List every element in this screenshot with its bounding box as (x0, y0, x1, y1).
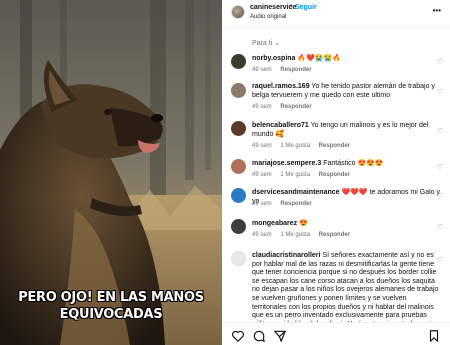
sort-label: Para ti (252, 40, 273, 47)
comment-text: 😍 (299, 220, 308, 227)
like-comment-icon[interactable]: ♡ (437, 163, 443, 171)
commenter-avatar[interactable] (231, 159, 246, 174)
like-comment-icon[interactable]: ♡ (437, 127, 443, 135)
comment-time: 49 sem (252, 232, 272, 238)
like-comment-icon[interactable]: ♡ (437, 58, 443, 66)
reply-button[interactable]: Responder (280, 104, 311, 110)
caption-line-2: EQUIVOCADAS (59, 307, 163, 322)
comment-sort-dropdown[interactable]: Para ti ⌄ (252, 39, 280, 47)
comment-meta: 49 sem Responder (252, 104, 319, 110)
like-comment-icon[interactable]: ♡ (437, 223, 443, 231)
video-caption: PERO OJO! EN LAS MANOS EQUIVOCADAS (0, 289, 222, 323)
comment-body: raquel.ramos.169 Yo he tenido pastor ale… (252, 83, 440, 100)
commenter-username[interactable]: dservicesandmaintenance (252, 189, 340, 196)
comment-body: mariajose.sempere.3 Fantástico 😍😍😍 (252, 160, 440, 169)
comment-meta: 49 sem 1 Me gusta Responder (252, 232, 357, 238)
reply-button[interactable]: Responder (280, 201, 311, 207)
comment-meta: 49 sem 1 Me gusta Responder (252, 143, 357, 149)
commenter-username[interactable]: mongeabarez (252, 220, 297, 227)
comment-item: claudiacristinarolleri Sí señores exacta… (222, 248, 450, 322)
follow-button[interactable]: Seguir (295, 4, 317, 11)
commenter-avatar[interactable] (231, 83, 246, 98)
like-comment-icon[interactable]: ♡ (437, 88, 443, 96)
comment-text: 🔥❤️😭😭🔥 (297, 55, 341, 62)
bookmark-icon[interactable] (427, 329, 441, 343)
action-bar (222, 322, 450, 345)
reply-button[interactable]: Responder (319, 232, 350, 238)
author-avatar[interactable] (231, 5, 245, 19)
comment-time: 49 sem (252, 172, 272, 178)
commenter-avatar[interactable] (231, 188, 246, 203)
heart-icon[interactable] (231, 329, 245, 343)
comment-body: mongeabarez 😍 (252, 220, 440, 229)
comment-time: 49 sem (252, 67, 272, 73)
send-icon[interactable] (273, 329, 287, 343)
commenter-avatar[interactable] (231, 251, 246, 266)
comment-likes[interactable]: 1 Me gusta (280, 143, 310, 149)
commenter-avatar[interactable] (231, 54, 246, 69)
reply-button[interactable]: Responder (319, 143, 350, 149)
more-options-icon[interactable]: ••• (433, 6, 441, 15)
like-comment-icon[interactable]: ♡ (437, 256, 443, 264)
comment-likes[interactable]: 1 Me gusta (280, 232, 310, 238)
audio-label[interactable]: Audio original (250, 14, 286, 20)
video-player[interactable]: PERO OJO! EN LAS MANOS EQUIVOCADAS (0, 0, 222, 345)
comment-time: 49 sem (252, 104, 272, 110)
comment-meta: 49 sem Responder (252, 201, 319, 207)
commenter-username[interactable]: norby.ospina (252, 55, 295, 62)
comment-text: Sí señores exactamente así y no es por h… (252, 252, 439, 322)
comment-body: norby.ospina 🔥❤️😭😭🔥 (252, 55, 440, 64)
commenter-avatar[interactable] (231, 121, 246, 136)
commenter-avatar[interactable] (231, 219, 246, 234)
commenter-username[interactable]: raquel.ramos.169 (252, 83, 310, 90)
comment-time: 49 sem (252, 201, 272, 207)
comment-meta: 49 sem Responder (252, 67, 319, 73)
like-comment-icon[interactable]: ♡ (437, 192, 443, 200)
caption-line-1: PERO OJO! EN LAS MANOS (18, 290, 204, 305)
comment-icon[interactable] (252, 329, 266, 343)
comment-text: Fantástico 😍😍😍 (323, 160, 384, 167)
comment-body: claudiacristinarolleri Sí señores exacta… (252, 252, 440, 322)
comment-meta: 49 sem 1 Me gusta Responder (252, 172, 357, 178)
reply-button[interactable]: Responder (319, 172, 350, 178)
comment-body: belencaballero71 Yo tengo un malinois y … (252, 122, 440, 139)
commenter-username[interactable]: mariajose.sempere.3 (252, 160, 321, 167)
comment-time: 49 sem (252, 143, 272, 149)
commenter-username[interactable]: claudiacristinarolleri (252, 252, 320, 259)
comment-likes[interactable]: 1 Me gusta (280, 172, 310, 178)
chevron-down-icon: ⌄ (274, 40, 281, 47)
reply-button[interactable]: Responder (280, 67, 311, 73)
post-header: canineservice • Seguir Audio original ••… (222, 0, 450, 28)
header-separator: • (290, 3, 293, 10)
commenter-username[interactable]: belencaballero71 (252, 122, 309, 129)
comments-panel: canineservice • Seguir Audio original ••… (222, 0, 450, 345)
